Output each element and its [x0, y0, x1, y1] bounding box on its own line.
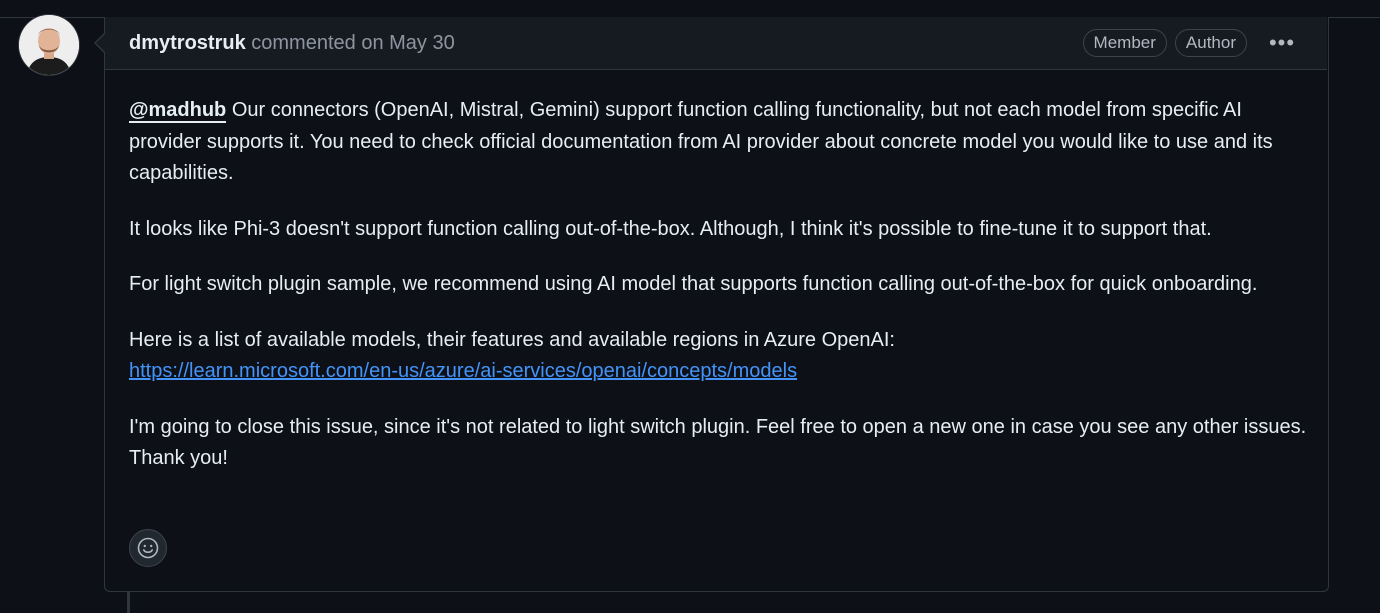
member-badge: Member [1082, 29, 1167, 57]
top-divider [0, 0, 1380, 18]
comment-paragraph-5: I'm going to close this issue, since it'… [129, 415, 1307, 470]
more-options-icon[interactable]: ••• [1267, 30, 1297, 56]
comment-caret-inner [96, 34, 105, 52]
comment-paragraph-1: @madhub Our connectors (OpenAI, Mistral,… [129, 95, 1309, 190]
paragraph-text: Our connectors (OpenAI, Mistral, Gemini)… [129, 99, 1273, 184]
comment-header-actions: Member Author ••• [1082, 29, 1297, 57]
comment-paragraph-3: For light switch plugin sample, we recom… [129, 273, 1258, 295]
smiley-icon [137, 537, 159, 559]
author-avatar[interactable] [19, 15, 79, 75]
comment-header: dmytrostruk commented on May 30 Member A… [105, 17, 1327, 70]
add-reaction-button[interactable] [129, 529, 167, 567]
comment-header-meta: dmytrostruk commented on May 30 [129, 31, 455, 55]
timeline-connector [127, 592, 130, 613]
models-docs-link[interactable]: https://learn.microsoft.com/en-us/azure/… [129, 360, 797, 382]
author-badge: Author [1174, 29, 1247, 57]
comment-timestamp[interactable]: commented on May 30 [251, 32, 454, 54]
comment-body: @madhub Our connectors (OpenAI, Mistral,… [129, 95, 1309, 499]
avatar-portrait-icon [19, 15, 79, 75]
user-mention-link[interactable]: @madhub [129, 99, 227, 123]
comment-paragraph-2: It looks like Phi-3 doesn't support func… [129, 217, 1212, 240]
paragraph-text: Here is a list of available models, thei… [129, 328, 895, 351]
comment-paragraph-4: Here is a list of available models, thei… [129, 325, 1309, 388]
author-link[interactable]: dmytrostruk [129, 32, 246, 54]
